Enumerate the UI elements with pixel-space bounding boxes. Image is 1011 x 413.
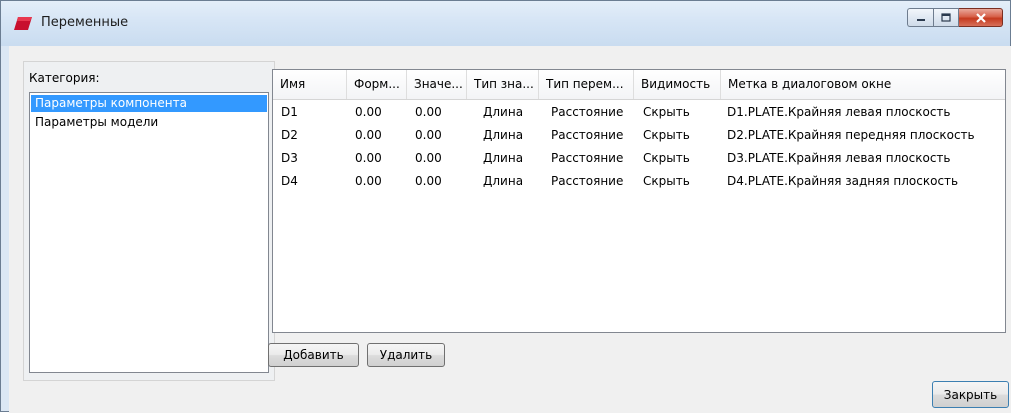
maximize-icon — [941, 13, 951, 22]
cell-formula: 0.00 — [355, 105, 382, 119]
cell-formula: 0.00 — [355, 128, 382, 142]
cell-value-type: Длина — [483, 151, 524, 165]
cell-visibility: Скрыть — [643, 174, 690, 188]
cell-value-type: Длина — [483, 105, 524, 119]
cell-visibility: Скрыть — [643, 151, 690, 165]
column-header-variable-type[interactable]: Тип перем... — [539, 70, 634, 99]
column-header-visibility[interactable]: Видимость — [634, 70, 721, 99]
minimize-button[interactable] — [907, 8, 933, 27]
cell-variable-type: Расстояние — [551, 174, 624, 188]
cell-value: 0.00 — [415, 128, 442, 142]
cell-name: D1 — [281, 105, 298, 119]
category-list[interactable]: Параметры компонента Параметры модели — [29, 92, 269, 373]
window-title: Переменные — [41, 15, 129, 30]
cell-formula: 0.00 — [355, 174, 382, 188]
cell-name: D4 — [281, 174, 298, 188]
cell-value: 0.00 — [415, 151, 442, 165]
table-row[interactable]: D4 0.00 0.00 Длина Расстояние Скрыть D4.… — [273, 170, 1005, 192]
cell-variable-type: Расстояние — [551, 105, 624, 119]
cell-name: D3 — [281, 151, 298, 165]
maximize-button[interactable] — [933, 8, 959, 27]
minimize-icon — [916, 18, 925, 21]
cell-variable-type: Расстояние — [551, 151, 624, 165]
column-header-value-type[interactable]: Тип зна... — [467, 70, 539, 99]
column-header-value[interactable]: Значе... — [407, 70, 467, 99]
app-icon — [14, 17, 32, 30]
table-row[interactable]: D3 0.00 0.00 Длина Расстояние Скрыть D3.… — [273, 147, 1005, 169]
cell-name: D2 — [281, 128, 298, 142]
cell-dialog-label: D1.PLATE.Крайняя левая плоскость — [727, 105, 951, 119]
cell-formula: 0.00 — [355, 151, 382, 165]
variables-table[interactable]: Имя Форм... Значе... Тип зна... Тип пере… — [272, 69, 1006, 333]
cell-value-type: Длина — [483, 128, 524, 142]
add-button[interactable]: Добавить — [268, 343, 359, 367]
category-item-component-params[interactable]: Параметры компонента — [31, 95, 267, 112]
close-button[interactable]: Закрыть — [932, 381, 1009, 408]
table-row[interactable]: D2 0.00 0.00 Длина Расстояние Скрыть D2.… — [273, 124, 1005, 146]
column-header-name[interactable]: Имя — [273, 70, 347, 99]
cell-variable-type: Расстояние — [551, 128, 624, 142]
table-header: Имя Форм... Значе... Тип зна... Тип пере… — [273, 70, 1005, 100]
window-controls — [907, 8, 1003, 27]
cell-dialog-label: D2.PLATE.Крайняя передняя плоскость — [727, 128, 975, 142]
variables-window: Переменные Категория: Параметры компонен… — [0, 0, 1011, 413]
delete-button[interactable]: Удалить — [367, 343, 445, 367]
cell-visibility: Скрыть — [643, 128, 690, 142]
cell-value: 0.00 — [415, 105, 442, 119]
cell-value-type: Длина — [483, 174, 524, 188]
column-header-dialog-label[interactable]: Метка в диалоговом окне — [721, 70, 1005, 99]
cell-visibility: Скрыть — [643, 105, 690, 119]
cell-dialog-label: D3.PLATE.Крайняя левая плоскость — [727, 151, 951, 165]
category-label: Категория: — [29, 71, 100, 85]
close-window-button[interactable] — [959, 8, 1003, 27]
cell-value: 0.00 — [415, 174, 442, 188]
title-bar[interactable]: Переменные — [1, 1, 1010, 46]
category-item-model-params[interactable]: Параметры модели — [31, 114, 267, 131]
dialog-body: Категория: Параметры компонента Параметр… — [9, 46, 1011, 413]
cell-dialog-label: D4.PLATE.Крайняя задняя плоскость — [727, 174, 959, 188]
column-header-formula[interactable]: Форм... — [347, 70, 407, 99]
table-row[interactable]: D1 0.00 0.00 Длина Расстояние Скрыть D1.… — [273, 101, 1005, 123]
close-icon — [975, 12, 986, 23]
